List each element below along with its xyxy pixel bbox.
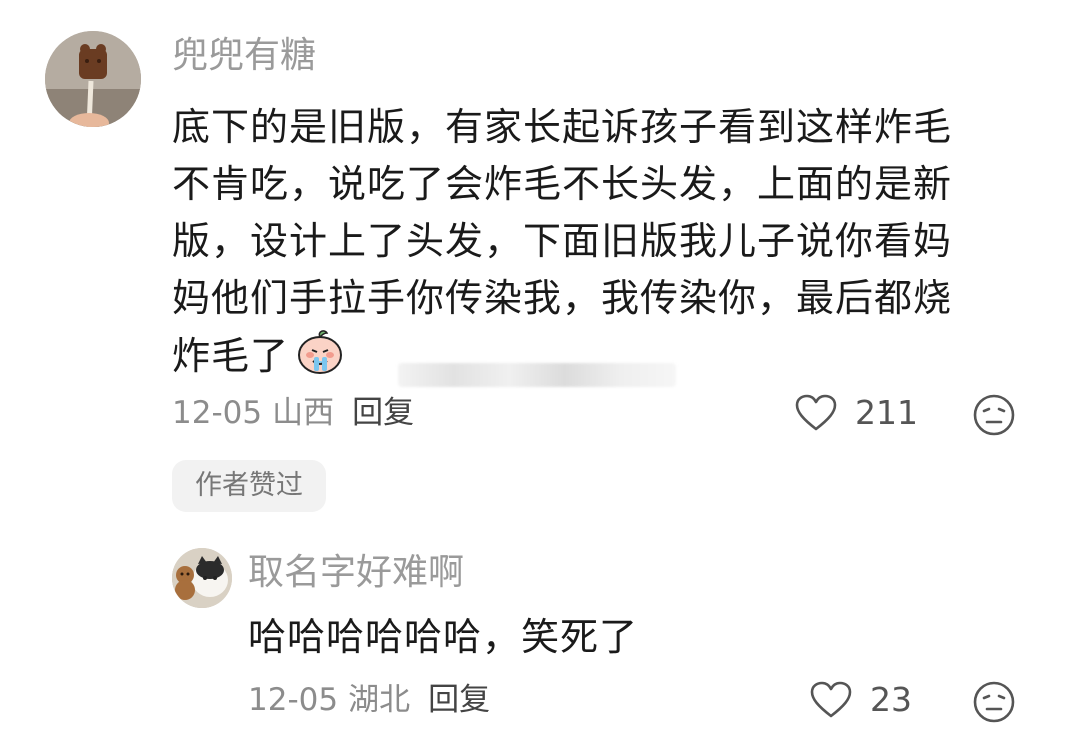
comment-line: 炸毛了: [172, 334, 290, 378]
like-count: 211: [855, 393, 918, 432]
avatar[interactable]: [45, 31, 141, 127]
reply-date: 12-05: [248, 682, 339, 718]
comment-text: 底下的是旧版，有家长起诉孩子看到这样炸毛 不肯吃，说吃了会炸毛不长头发，上面的是…: [172, 99, 1032, 391]
comment-line: 底下的是旧版，有家长起诉孩子看到这样炸毛: [172, 105, 953, 149]
username[interactable]: 取名字好难啊: [248, 551, 464, 595]
reply-location: 湖北: [348, 682, 411, 718]
comment-line: 版，设计上了头发，下面旧版我儿子说你看妈: [172, 219, 953, 263]
heart-outline-icon: [795, 394, 837, 431]
emoji-react-button[interactable]: [972, 393, 1016, 441]
comment-line: 不肯吃，说吃了会炸毛不长头发，上面的是新: [172, 162, 953, 206]
crying-peach-sticker-icon: [295, 327, 345, 391]
reply-line: 哈哈哈哈哈哈，笑死了: [248, 615, 639, 659]
avatar[interactable]: [172, 548, 232, 608]
like-count: 23: [870, 680, 912, 719]
avatar-image: [45, 31, 141, 127]
blurred-region: [398, 363, 676, 387]
heart-outline-icon: [810, 681, 852, 718]
neutral-face-icon: [973, 394, 1015, 436]
author-liked-badge: 作者赞过: [172, 460, 326, 512]
comment-thread: 兜兜有糖 底下的是旧版，有家长起诉孩子看到这样炸毛 不肯吃，说吃了会炸毛不长头发…: [0, 0, 1080, 746]
avatar-image: [172, 548, 232, 608]
like-button[interactable]: 211: [795, 393, 918, 433]
reply-button[interactable]: 回复: [428, 682, 490, 718]
emoji-react-button[interactable]: [972, 680, 1016, 728]
like-button[interactable]: 23: [810, 680, 912, 720]
username[interactable]: 兜兜有糖: [172, 34, 316, 78]
comment-date: 12-05: [172, 395, 263, 431]
reply-meta: 12-05 湖北 回复: [248, 680, 490, 720]
reply-text: 哈哈哈哈哈哈，笑死了: [248, 609, 1080, 666]
neutral-face-icon: [973, 681, 1015, 723]
reply-button[interactable]: 回复: [352, 395, 414, 431]
comment-meta: 12-05 山西 回复: [172, 393, 414, 433]
comment-line: 妈他们手拉手你传染我，我传染你，最后都烧: [172, 276, 953, 320]
comment-location: 山西: [272, 395, 335, 431]
